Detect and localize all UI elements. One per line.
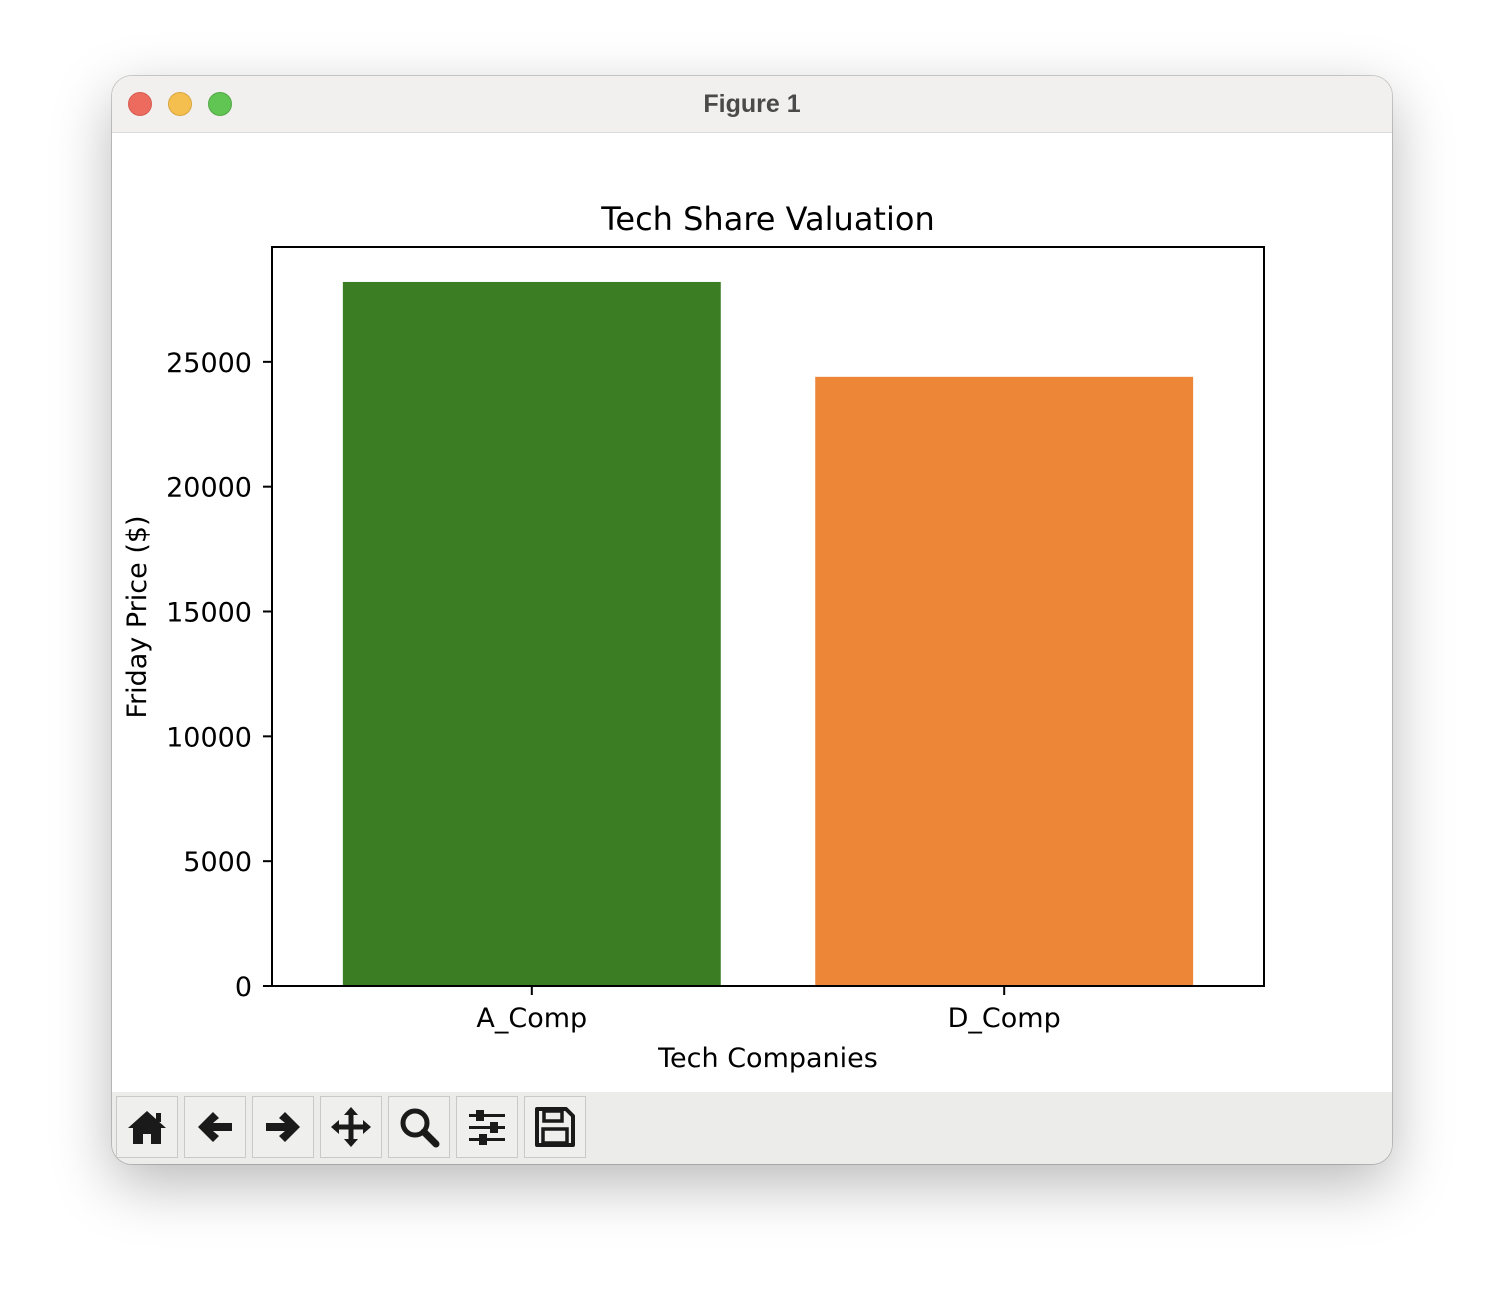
home-button[interactable] [116, 1096, 178, 1158]
pan-button[interactable] [320, 1096, 382, 1158]
bar-chart: Tech Share Valuation 0 5000 10000 15000 2000… [122, 200, 1265, 1074]
back-button[interactable] [184, 1096, 246, 1158]
title-bar: Figure 1 [112, 76, 1392, 133]
sliders-icon [469, 1110, 505, 1145]
y-tick-label: 5000 [183, 847, 252, 878]
x-tick-label: A_Comp [476, 1003, 587, 1034]
move-icon [331, 1107, 371, 1147]
y-tick-label: 15000 [166, 598, 252, 629]
navigation-toolbar [112, 1092, 1392, 1164]
home-icon [128, 1111, 166, 1144]
figure-canvas[interactable]: Tech Share Valuation 0 5000 10000 15000 2000… [112, 133, 1392, 1092]
y-tick-label: 25000 [166, 348, 252, 379]
y-tick-label: 0 [235, 972, 252, 1003]
zoom-button[interactable] [388, 1096, 450, 1158]
figure-window: Figure 1 Tech Share Valuation 0 5000 10000… [112, 76, 1392, 1164]
y-axis-label: Friday Price ($) [122, 515, 153, 718]
x-axis-label: Tech Companies [657, 1043, 878, 1074]
bar-a-comp [342, 281, 721, 986]
search-icon [400, 1108, 440, 1148]
bar-d-comp [815, 376, 1194, 986]
configure-subplots-button[interactable] [456, 1096, 518, 1158]
floppy-disk-icon [535, 1107, 575, 1147]
arrow-left-icon [198, 1112, 232, 1142]
x-tick-label: D_Comp [948, 1003, 1061, 1034]
arrow-right-icon [266, 1112, 300, 1142]
save-button[interactable] [524, 1096, 586, 1158]
y-tick-label: 10000 [166, 722, 252, 753]
chart-title: Tech Share Valuation [600, 200, 934, 238]
y-tick-label: 20000 [166, 473, 252, 504]
forward-button[interactable] [252, 1096, 314, 1158]
window-title: Figure 1 [703, 90, 801, 118]
